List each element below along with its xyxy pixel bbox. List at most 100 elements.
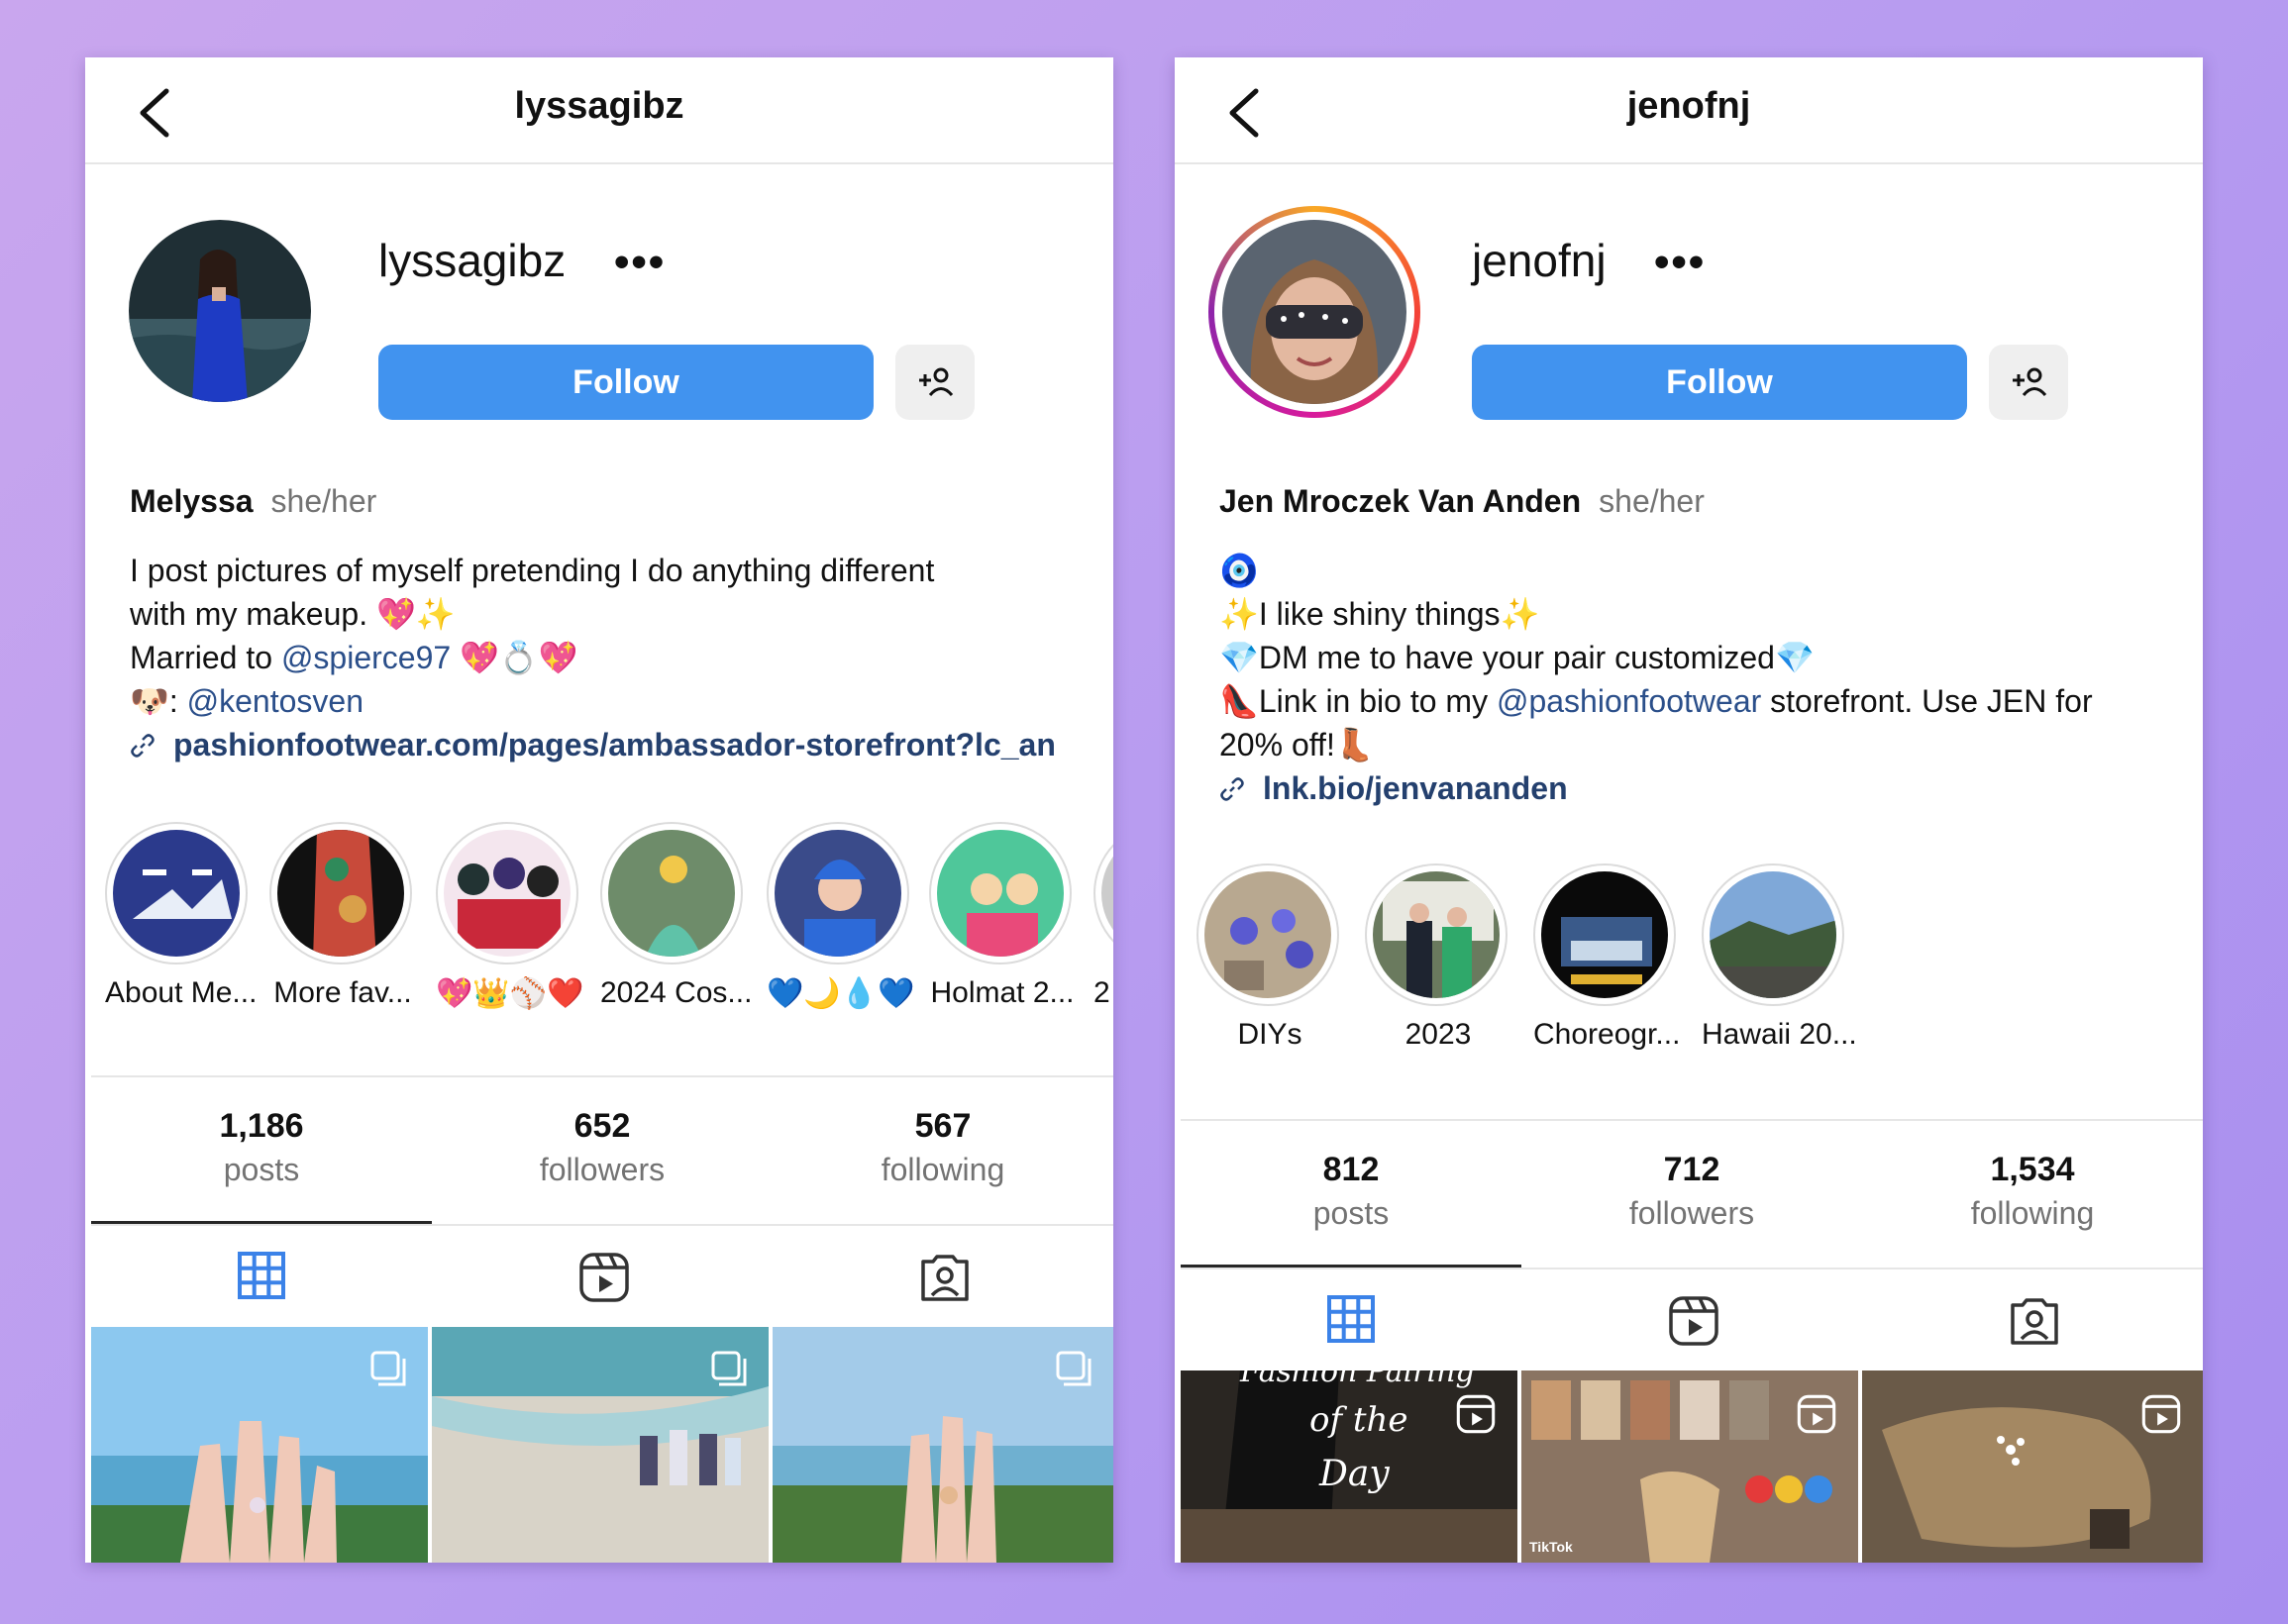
more-options-icon[interactable]: ••• [614, 238, 666, 287]
following-stat[interactable]: 1,534 following [1862, 1151, 2203, 1232]
highlight-label: About Me... [105, 976, 258, 1009]
highlight-label: 💖👑⚾❤️ [436, 977, 584, 1010]
reel-thumbnail[interactable]: TikTok [1521, 1370, 1858, 1563]
reels-icon [1669, 1296, 1718, 1346]
followers-stat[interactable]: 652 followers [432, 1107, 773, 1188]
tab-reels[interactable] [1521, 1268, 1862, 1370]
avatar [1222, 220, 1406, 404]
bio-line: with my makeup. 💖✨ [130, 596, 456, 632]
bio-link[interactable]: lnk.bio/jenvananden [1263, 770, 1568, 806]
highlight-label: More fav... [273, 976, 412, 1009]
bio-line: 20% off!👢 [1219, 727, 1375, 762]
display-name: Melyssa [130, 483, 254, 519]
story-highlight[interactable]: 2023 [1365, 863, 1511, 1052]
mention-link[interactable]: @pashionfootwear [1497, 683, 1761, 719]
followers-label: followers [539, 1152, 666, 1187]
story-highlight[interactable]: 2 [1093, 822, 1113, 1010]
story-highlight[interactable]: About Me... [105, 822, 258, 1010]
profile-username: jenofnj [1472, 235, 1607, 286]
name-line: Melyssa she/her [130, 483, 376, 520]
top-bar: lyssagibz [85, 57, 1113, 164]
posts-count: 812 [1322, 1151, 1380, 1188]
reel-overlay-text: Day [1319, 1454, 1390, 1494]
content-tabs [91, 1221, 1113, 1327]
following-stat[interactable]: 567 following [773, 1107, 1113, 1188]
avatar-story-ring[interactable] [1208, 206, 1420, 418]
profile-panel-jenofnj: jenofnj jenofnj ••• Follow Jen Mroczek V… [1175, 57, 2203, 1563]
bio-line: 🧿 [1219, 553, 1259, 588]
profile-stats: 812 posts 712 followers 1,534 following [1181, 1119, 2203, 1269]
bio-line: ✨I like shiny things✨ [1219, 596, 1540, 632]
profile-panel-lyssagibz: lyssagibz lyssagibz ••• Follow Melyssa sh… [85, 57, 1113, 1563]
followers-count: 712 [1663, 1151, 1720, 1188]
following-label: following [1970, 1195, 2095, 1231]
bio-text: Married to [130, 640, 281, 675]
story-highlight[interactable]: Hawaii 20... [1702, 863, 1857, 1052]
post-thumbnail[interactable] [773, 1327, 1113, 1563]
following-count: 1,534 [1990, 1151, 2075, 1188]
reel-overlay-text: Fashion Pairing [1240, 1370, 1475, 1389]
story-highlight[interactable]: Choreogr... [1533, 863, 1680, 1052]
followers-stat[interactable]: 712 followers [1521, 1151, 1862, 1232]
grid-icon [1327, 1295, 1375, 1343]
story-highlight[interactable]: More fav... [269, 822, 416, 1010]
tab-tagged[interactable] [773, 1224, 1113, 1327]
highlight-label: 💙🌙💧💙 [767, 977, 915, 1010]
display-name: Jen Mroczek Van Anden [1219, 483, 1582, 519]
pronouns: she/her [270, 483, 377, 519]
tab-posts-grid[interactable] [91, 1221, 432, 1327]
topbar-title: jenofnj [1626, 85, 1751, 127]
link-icon [1219, 769, 1245, 813]
story-highlight[interactable]: Holmat 2... [929, 822, 1076, 1010]
following-label: following [881, 1152, 1005, 1187]
highlight-label: Choreogr... [1533, 1018, 1681, 1051]
follow-button[interactable]: Follow [378, 345, 874, 420]
tab-tagged[interactable] [1862, 1268, 2203, 1370]
bio-text: 👠Link in bio to my [1219, 683, 1497, 719]
post-thumbnail[interactable] [91, 1327, 428, 1563]
highlight-label: DIYs [1237, 1018, 1302, 1051]
avatar[interactable] [129, 220, 311, 402]
story-highlight[interactable]: 💙🌙💧💙 [767, 822, 915, 1011]
posts-stat: 1,186 posts [91, 1107, 432, 1188]
grid-icon [238, 1252, 285, 1299]
reel-overlay-text: of the [1309, 1400, 1408, 1440]
post-thumbnail[interactable] [432, 1327, 769, 1563]
profile-username: lyssagibz [378, 235, 567, 286]
reel-thumbnail[interactable] [1862, 1370, 2203, 1563]
followers-label: followers [1628, 1195, 1755, 1231]
reels-icon [579, 1253, 629, 1302]
bio-text: 💖💍💖 [451, 640, 578, 675]
name-line: Jen Mroczek Van Anden she/her [1219, 483, 1705, 520]
bio: 🧿 ✨I like shiny things✨ 💎DM me to have y… [1219, 549, 2200, 810]
tagged-icon [2011, 1298, 2058, 1345]
bio-text: 🐶: [130, 683, 187, 719]
story-highlight[interactable]: 💖👑⚾❤️ [436, 822, 584, 1011]
story-highlight[interactable]: 2024 Cos... [600, 822, 752, 1010]
bio-line: Married to @spierce97 💖💍💖 [130, 636, 1110, 679]
more-options-icon[interactable]: ••• [1654, 238, 1706, 287]
bio-line: 👠Link in bio to my @pashionfootwear stor… [1219, 679, 2200, 723]
highlight-label: Holmat 2... [930, 976, 1075, 1009]
mention-link[interactable]: @kentosven [187, 683, 364, 719]
followers-count: 652 [573, 1107, 631, 1145]
posts-label: posts [1312, 1195, 1390, 1231]
reel-thumbnail[interactable]: Fashion Pairing of the Day [1181, 1370, 1517, 1563]
bio-link[interactable]: pashionfootwear.com/pages/ambassador-sto… [173, 727, 1056, 762]
carousel-icon [711, 1351, 747, 1386]
bio-link-line[interactable]: lnk.bio/jenvananden [1219, 766, 2200, 810]
story-highlight[interactable]: DIYs [1196, 863, 1343, 1052]
reels-badge-icon [1797, 1394, 1836, 1434]
suggest-user-button[interactable] [1989, 345, 2068, 420]
tab-reels[interactable] [432, 1224, 773, 1327]
carousel-icon [1056, 1351, 1092, 1386]
profile-stats: 1,186 posts 652 followers 567 following [91, 1075, 1113, 1226]
tab-posts-grid[interactable] [1181, 1265, 1521, 1370]
carousel-icon [370, 1351, 406, 1386]
mention-link[interactable]: @spierce97 [281, 640, 451, 675]
active-tab-indicator [1181, 1265, 1521, 1268]
bio-text: storefront. Use JEN for [1761, 683, 2093, 719]
follow-button[interactable]: Follow [1472, 345, 1967, 420]
suggest-user-button[interactable] [895, 345, 975, 420]
bio-link-line[interactable]: pashionfootwear.com/pages/ambassador-sto… [130, 723, 1110, 766]
